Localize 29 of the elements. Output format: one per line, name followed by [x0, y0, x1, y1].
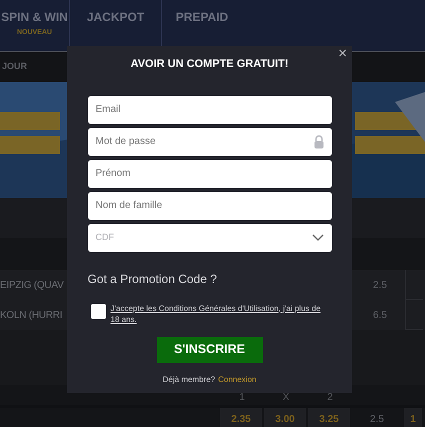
odds-button[interactable]: 1 — [404, 408, 422, 427]
dialog-title: AVOIR UN COMPTE GRATUIT! — [130, 57, 288, 72]
column-header: 2 — [326, 391, 334, 405]
login-prompt: Déjà membre? — [162, 374, 216, 386]
team-name: EIPZIG (QUAV — [0, 278, 64, 292]
input-field[interactable]: Email — [88, 96, 332, 124]
padlock-icon — [314, 134, 324, 148]
column-header: 1 — [238, 391, 246, 405]
close-button[interactable]: × — [337, 46, 348, 61]
terms-checkbox[interactable] — [90, 304, 106, 318]
subnav-item[interactable]: JOUR — [2, 60, 28, 74]
currency-select[interactable]: CDF — [88, 224, 332, 252]
odds-button[interactable]: 3.00 — [264, 408, 306, 427]
input-field[interactable]: Nom de famille — [88, 192, 332, 220]
odds-button[interactable]: 3.25 — [308, 408, 350, 427]
table-cell-text: 6.5 — [372, 308, 388, 322]
table-cell-text: 2.5 — [369, 412, 385, 426]
login-link[interactable]: Connexion — [218, 374, 256, 386]
signup-button[interactable]: S'INSCRIRE — [156, 336, 262, 362]
password-field[interactable]: Mot de passe — [88, 128, 332, 156]
table-cell-text: 2.5 — [372, 278, 388, 292]
odds-button[interactable]: 2.35 — [220, 408, 262, 427]
promo-code-link[interactable]: Got a Promotion Code ? — [88, 272, 217, 286]
column-header: X — [282, 391, 290, 405]
odds-cell[interactable] — [405, 270, 423, 300]
terms-text[interactable]: J'accepte les Conditions Générales d'Utilisation, j'ai plus de 18 ans. — [110, 302, 332, 324]
input-field[interactable]: Prénom — [88, 160, 332, 188]
chevron-down-icon — [312, 234, 324, 242]
team-name: KOLN (HURRI — [0, 308, 62, 322]
